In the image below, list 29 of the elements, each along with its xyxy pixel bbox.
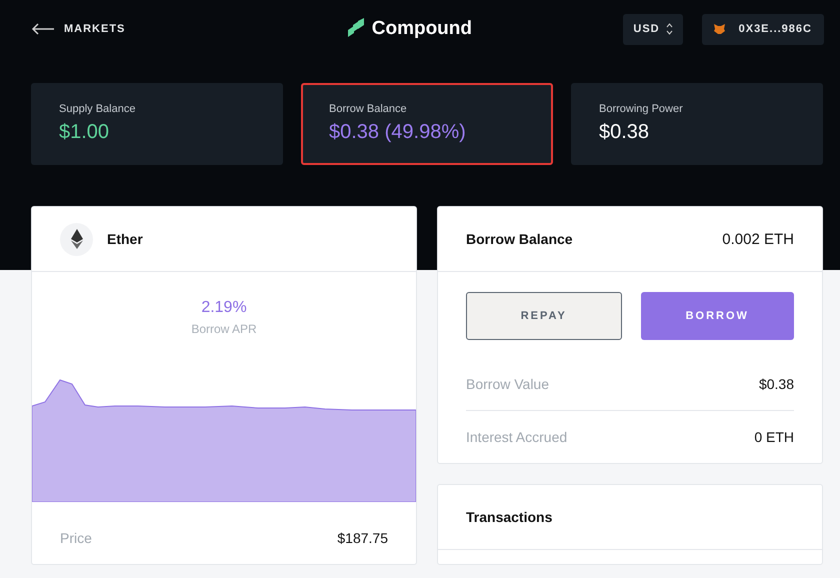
row-value: 0 ETH: [754, 429, 794, 445]
fox-head-icon: [714, 24, 725, 34]
stat-label: Borrow Balance: [329, 103, 408, 115]
stat-value: $0.38: [599, 121, 650, 144]
row-label: Price: [60, 530, 92, 546]
row-label: Borrow Value: [466, 376, 550, 392]
wallet-button[interactable]: 0X3E...986C: [702, 14, 824, 44]
chevron-updown-icon: [666, 23, 673, 35]
market-name: Ether: [107, 231, 143, 247]
row-value: $0.38: [758, 376, 794, 392]
stat-label: Supply Balance: [59, 103, 136, 115]
row-label: Interest Accrued: [466, 429, 568, 445]
back-arrow-icon: [31, 23, 55, 35]
row-value: $187.75: [337, 530, 388, 546]
borrow-button[interactable]: BORROW: [640, 292, 794, 340]
stat-value: $0.38 (49.98%): [329, 121, 467, 144]
rate-value: 2.19%: [200, 299, 248, 317]
ether-coin-icon: [60, 222, 93, 256]
panel-title: Transactions: [466, 509, 552, 525]
currency-select[interactable]: USD: [623, 14, 683, 44]
logo-icon: [346, 18, 366, 40]
brand-name: Compound: [372, 18, 472, 40]
panel-title: Borrow Balance: [466, 231, 573, 247]
back-link[interactable]: MARKETS: [31, 23, 126, 35]
stat-label: Borrowing Power: [599, 103, 684, 115]
stat-value: $1.00: [59, 121, 110, 144]
balance-amount: 0.002 ETH: [722, 230, 794, 248]
repay-button[interactable]: REPAY: [466, 292, 622, 340]
rate-label: Borrow APR: [190, 322, 258, 336]
